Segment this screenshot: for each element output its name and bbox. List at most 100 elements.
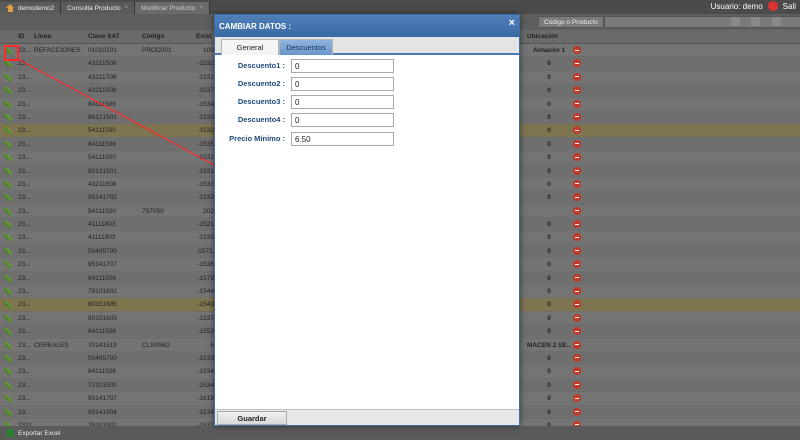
delete-icon[interactable]	[573, 112, 581, 121]
delete-icon[interactable]	[573, 46, 581, 54]
edit-icon[interactable]	[4, 194, 12, 202]
delete-icon[interactable]	[573, 287, 581, 296]
col-clave-sat[interactable]: Clave SAT	[88, 30, 120, 44]
cell-id: 23...	[18, 368, 31, 376]
edit-icon[interactable]	[4, 408, 12, 416]
descuento1-input[interactable]	[291, 59, 394, 73]
close-icon[interactable]: ×	[199, 5, 203, 11]
edit-icon[interactable]	[4, 328, 12, 336]
delete-icon[interactable]	[573, 313, 581, 322]
delete-icon[interactable]	[573, 72, 581, 81]
delete-icon[interactable]	[573, 179, 581, 188]
close-icon[interactable]: ×	[509, 18, 515, 29]
edit-icon[interactable]	[4, 381, 12, 389]
refresh-icon[interactable]	[772, 17, 781, 26]
edit-icon[interactable]	[4, 180, 12, 188]
edit-icon[interactable]	[4, 288, 12, 296]
delete-icon[interactable]	[573, 327, 581, 336]
edit-icon[interactable]	[4, 140, 12, 148]
edit-icon[interactable]	[4, 221, 12, 229]
search-input[interactable]	[604, 16, 800, 28]
col-codigo[interactable]: Código	[142, 30, 164, 44]
cell-ubicacion: 0	[547, 354, 551, 362]
delete-icon[interactable]	[573, 139, 581, 148]
edit-icon[interactable]	[4, 207, 12, 215]
delete-icon[interactable]	[573, 300, 581, 309]
tab-general[interactable]: General	[221, 39, 279, 55]
col-ubicacion[interactable]: Ubicación	[527, 30, 558, 44]
descuento4-input[interactable]	[291, 113, 394, 127]
cell-exist: -1543	[197, 301, 214, 309]
delete-icon[interactable]	[573, 193, 581, 202]
cell-ubicacion: 0	[547, 261, 551, 269]
delete-icon[interactable]	[573, 407, 581, 416]
edit-icon[interactable]	[4, 73, 12, 81]
descuento3-input[interactable]	[291, 95, 394, 109]
tab-consulta-producto[interactable]: Consulta Producto ×	[61, 2, 136, 14]
delete-icon[interactable]	[573, 99, 581, 108]
delete-icon[interactable]	[573, 367, 581, 376]
cell-clave-sat: 95141707	[88, 261, 117, 269]
edit-icon[interactable]	[4, 247, 12, 255]
tab-modificar-producto[interactable]: Modificar Producto ×	[135, 2, 210, 14]
delete-icon[interactable]	[573, 273, 581, 282]
delete-icon[interactable]	[573, 153, 581, 162]
top-tab-bar: demodemo2 Consulta Producto × Modificar …	[0, 0, 800, 14]
calendar-icon[interactable]	[731, 17, 740, 26]
delete-icon[interactable]	[573, 166, 581, 175]
info-icon[interactable]	[751, 17, 760, 26]
dialog-titlebar[interactable]: CAMBIAR DATOS : ×	[215, 15, 519, 37]
cell-ubicacion: 0	[547, 167, 551, 175]
delete-icon[interactable]	[573, 380, 581, 389]
close-icon[interactable]: ×	[125, 5, 129, 11]
precio-minimo-input[interactable]	[291, 132, 394, 146]
tab-home[interactable]: demodemo2	[0, 2, 62, 14]
cell-exist: -1544	[197, 288, 214, 296]
cell-exist: -1532	[197, 194, 214, 202]
edit-icon[interactable]	[4, 261, 12, 269]
col-linea[interactable]: Línea	[34, 30, 51, 44]
edit-icon[interactable]	[4, 301, 12, 309]
edit-icon[interactable]	[4, 314, 12, 322]
exit-icon[interactable]	[767, 1, 778, 11]
delete-icon[interactable]	[573, 260, 581, 269]
cell-ubicacion: 0	[547, 73, 551, 81]
exit-label[interactable]: Sali	[783, 2, 796, 11]
delete-icon[interactable]	[573, 353, 581, 362]
delete-icon[interactable]	[573, 340, 581, 349]
delete-icon[interactable]	[573, 394, 581, 403]
edit-icon[interactable]	[4, 113, 12, 121]
edit-icon[interactable]	[4, 274, 12, 282]
edit-icon[interactable]	[4, 87, 12, 95]
edit-icon[interactable]	[4, 354, 12, 362]
edit-icon[interactable]	[4, 127, 12, 135]
cell-clave-sat: 80151605	[88, 301, 117, 309]
edit-icon[interactable]	[4, 368, 12, 376]
cell-id: 23...	[18, 73, 31, 81]
cell-exist: -1533	[197, 354, 214, 362]
edit-icon[interactable]	[4, 154, 12, 162]
export-excel-button[interactable]: Exportar Excel	[18, 430, 60, 437]
save-button[interactable]: Guardar	[217, 411, 287, 425]
edit-icon[interactable]	[4, 100, 12, 108]
delete-icon[interactable]	[573, 126, 581, 135]
col-exist[interactable]: Exist	[196, 30, 212, 44]
edit-icon[interactable]	[4, 395, 12, 403]
edit-icon[interactable]	[4, 234, 12, 242]
tab-descuentos[interactable]: Descuentos	[279, 39, 333, 55]
cell-exist: -1553	[197, 328, 214, 336]
delete-icon[interactable]	[573, 59, 581, 68]
delete-icon[interactable]	[573, 220, 581, 229]
edit-icon[interactable]	[4, 60, 12, 68]
delete-icon[interactable]	[573, 246, 581, 255]
delete-icon[interactable]	[573, 206, 581, 215]
delete-icon[interactable]	[573, 86, 581, 95]
excel-icon[interactable]	[6, 429, 14, 437]
col-id[interactable]: ID	[18, 30, 25, 44]
edit-icon[interactable]	[4, 341, 12, 349]
cell-ubicacion: 0	[547, 288, 551, 296]
edit-icon[interactable]	[4, 167, 12, 175]
delete-icon[interactable]	[573, 233, 581, 242]
cell-clave-sat: 41111803	[88, 221, 116, 229]
descuento2-input[interactable]	[291, 77, 394, 91]
